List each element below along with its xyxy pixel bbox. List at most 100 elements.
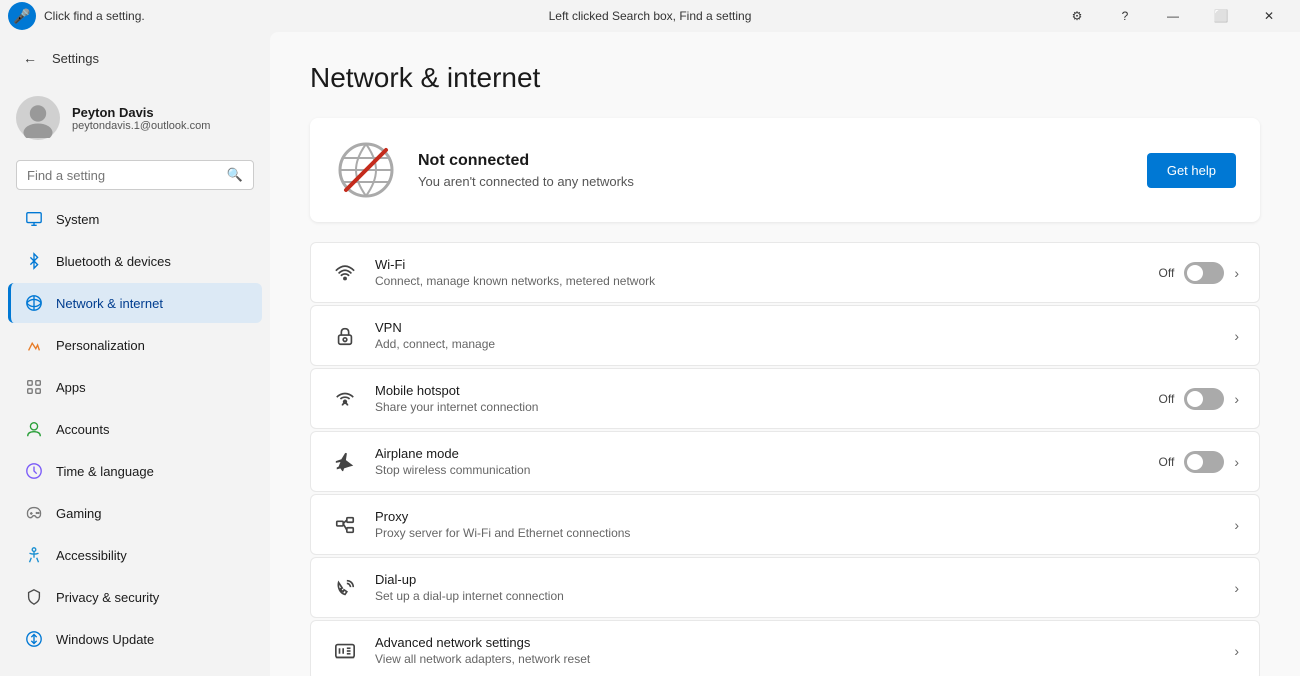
hotspot-chevron: › — [1234, 391, 1239, 407]
sidebar: ← Settings Peyton Davis peytondavis.1@ou… — [0, 32, 270, 676]
nav-item-privacy[interactable]: Privacy & security — [8, 577, 262, 617]
titlebar-status: Click find a setting. — [44, 9, 145, 23]
proxy-controls: › — [1234, 517, 1239, 533]
vpn-chevron: › — [1234, 328, 1239, 344]
nav-item-system[interactable]: System — [8, 199, 262, 239]
wifi-chevron: › — [1234, 265, 1239, 281]
hotspot-icon — [331, 385, 359, 413]
sidebar-header: ← Settings — [0, 32, 270, 84]
hotspot-toggle[interactable] — [1184, 388, 1224, 410]
titlebar-controls: ⚙ ? — ⬜ ✕ — [1054, 0, 1292, 32]
wifi-controls: Off › — [1159, 262, 1239, 284]
titlebar-left: 🎤 Click find a setting. — [8, 2, 145, 30]
airplane-chevron: › — [1234, 454, 1239, 470]
search-box[interactable]: 🔍 — [16, 160, 254, 190]
vpn-text: VPN Add, connect, manage — [375, 320, 1218, 351]
nav-item-time[interactable]: Time & language — [8, 451, 262, 491]
dialup-controls: › — [1234, 580, 1239, 596]
mic-icon: 🎤 — [8, 2, 36, 30]
dialup-chevron: › — [1234, 580, 1239, 596]
titlebar: 🎤 Click find a setting. Left clicked Sea… — [0, 0, 1300, 32]
vpn-title: VPN — [375, 320, 1218, 335]
update-icon — [24, 629, 44, 649]
nav-item-update[interactable]: Windows Update — [8, 619, 262, 659]
settings-gear-button[interactable]: ⚙ — [1054, 0, 1100, 32]
hotspot-toggle-label: Off — [1159, 392, 1175, 406]
not-connected-banner: Not connected You aren't connected to an… — [310, 118, 1260, 222]
advanced-text: Advanced network settings View all netwo… — [375, 635, 1218, 666]
user-info: Peyton Davis peytondavis.1@outlook.com — [72, 105, 210, 132]
nav-item-apps[interactable]: Apps — [8, 367, 262, 407]
nav-item-personalization[interactable]: Personalization — [8, 325, 262, 365]
settings-list: Wi-Fi Connect, manage known networks, me… — [310, 242, 1260, 676]
bluetooth-icon — [24, 251, 44, 271]
dialup-icon — [331, 574, 359, 602]
airplane-toggle-label: Off — [1159, 455, 1175, 469]
not-connected-text: Not connected You aren't connected to an… — [418, 152, 1127, 189]
help-button[interactable]: ? — [1102, 0, 1148, 32]
nav-item-gaming[interactable]: Gaming — [8, 493, 262, 533]
airplane-controls: Off › — [1159, 451, 1239, 473]
nav-item-network[interactable]: Network & internet — [8, 283, 262, 323]
hotspot-controls: Off › — [1159, 388, 1239, 410]
search-icon: 🔍 — [227, 167, 243, 183]
time-icon — [24, 461, 44, 481]
airplane-text: Airplane mode Stop wireless communicatio… — [375, 446, 1143, 477]
user-email: peytondavis.1@outlook.com — [72, 120, 210, 132]
app-window: ← Settings Peyton Davis peytondavis.1@ou… — [0, 32, 1300, 676]
titlebar-center-text: Left clicked Search box, Find a setting — [549, 9, 752, 23]
system-icon — [24, 209, 44, 229]
airplane-title: Airplane mode — [375, 446, 1143, 461]
dialup-title: Dial-up — [375, 572, 1218, 587]
proxy-setting[interactable]: Proxy Proxy server for Wi-Fi and Etherne… — [310, 494, 1260, 555]
airplane-subtitle: Stop wireless communication — [375, 463, 1143, 477]
search-input[interactable] — [27, 168, 221, 183]
wifi-toggle[interactable] — [1184, 262, 1224, 284]
proxy-chevron: › — [1234, 517, 1239, 533]
proxy-title: Proxy — [375, 509, 1218, 524]
privacy-icon — [24, 587, 44, 607]
nav-item-accounts[interactable]: Accounts — [8, 409, 262, 449]
minimize-button[interactable]: — — [1150, 0, 1196, 32]
user-profile: Peyton Davis peytondavis.1@outlook.com — [0, 84, 270, 152]
network-icon — [24, 293, 44, 313]
airplane-toggle[interactable] — [1184, 451, 1224, 473]
globe-icon — [334, 138, 398, 202]
close-button[interactable]: ✕ — [1246, 0, 1292, 32]
vpn-controls: › — [1234, 328, 1239, 344]
advanced-chevron: › — [1234, 643, 1239, 659]
user-name: Peyton Davis — [72, 105, 210, 120]
airplane-setting[interactable]: Airplane mode Stop wireless communicatio… — [310, 431, 1260, 492]
maximize-button[interactable]: ⬜ — [1198, 0, 1244, 32]
dialup-subtitle: Set up a dial-up internet connection — [375, 589, 1218, 603]
get-help-button[interactable]: Get help — [1147, 153, 1236, 188]
wifi-text: Wi-Fi Connect, manage known networks, me… — [375, 257, 1143, 288]
sidebar-title: Settings — [52, 51, 99, 66]
hotspot-title: Mobile hotspot — [375, 383, 1143, 398]
proxy-text: Proxy Proxy server for Wi-Fi and Etherne… — [375, 509, 1218, 540]
dialup-text: Dial-up Set up a dial-up internet connec… — [375, 572, 1218, 603]
advanced-setting[interactable]: Advanced network settings View all netwo… — [310, 620, 1260, 676]
proxy-subtitle: Proxy server for Wi-Fi and Ethernet conn… — [375, 526, 1218, 540]
vpn-icon — [331, 322, 359, 350]
nav-item-accessibility[interactable]: Accessibility — [8, 535, 262, 575]
dialup-setting[interactable]: Dial-up Set up a dial-up internet connec… — [310, 557, 1260, 618]
gaming-icon — [24, 503, 44, 523]
advanced-controls: › — [1234, 643, 1239, 659]
page-title: Network & internet — [310, 62, 1260, 94]
advanced-subtitle: View all network adapters, network reset — [375, 652, 1218, 666]
not-connected-subtitle: You aren't connected to any networks — [418, 174, 1127, 189]
back-button[interactable]: ← — [16, 44, 44, 72]
nav-item-bluetooth[interactable]: Bluetooth & devices — [8, 241, 262, 281]
accounts-icon — [24, 419, 44, 439]
wifi-toggle-label: Off — [1159, 266, 1175, 280]
vpn-subtitle: Add, connect, manage — [375, 337, 1218, 351]
vpn-setting[interactable]: VPN Add, connect, manage › — [310, 305, 1260, 366]
hotspot-setting[interactable]: Mobile hotspot Share your internet conne… — [310, 368, 1260, 429]
wifi-title: Wi-Fi — [375, 257, 1143, 272]
wifi-subtitle: Connect, manage known networks, metered … — [375, 274, 1143, 288]
proxy-icon — [331, 511, 359, 539]
accessibility-icon — [24, 545, 44, 565]
avatar — [16, 96, 60, 140]
wifi-setting[interactable]: Wi-Fi Connect, manage known networks, me… — [310, 242, 1260, 303]
